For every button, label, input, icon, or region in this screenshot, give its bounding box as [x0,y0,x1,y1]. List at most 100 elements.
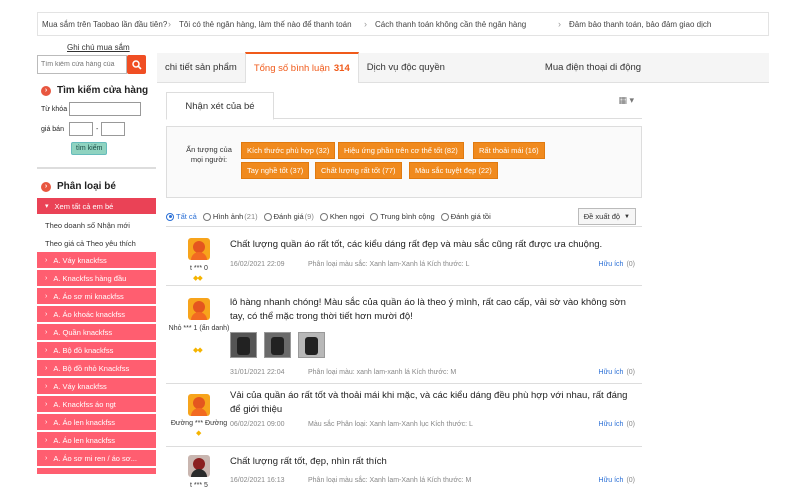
filter-average[interactable]: Trung bình cộng [370,212,435,221]
review-text: Vải của quần áo rất tốt và thoải mái khi… [230,390,628,415]
category-item[interactable]: › A. Áo sơ mi ren / áo sơ... [37,450,156,466]
help-link-bank-card[interactable]: › Tôi có thẻ ngân hàng, làm thế nào để th… [164,13,360,35]
category-label: A. Áo sơ mi knackfss [53,291,124,301]
review-image-thumbnail[interactable] [230,332,257,358]
impression-tag[interactable]: Hiệu ứng phần trên cơ thể tốt (82) [338,142,464,159]
category-view-all[interactable]: ▾ Xem tất cả em bé [37,198,156,214]
chevron-right-icon: › [45,274,48,282]
keyword-label: Từ khóa [41,105,68,113]
radio-icon [263,212,272,221]
review-date: 06/02/2021 09:00 [230,421,285,428]
keyword-input[interactable] [69,102,141,116]
impression-tag[interactable]: Rất thoải mái (16) [473,142,545,159]
sort-by-sales-link[interactable]: Theo doanh số Nhận mới [37,216,156,234]
impression-tag[interactable]: Kích thước phù hợp (32) [241,142,336,159]
review-text: Chất lượng rất tốt, đẹp, nhìn rất thích [230,456,387,467]
category-label: A. Bộ đồ nhỏ Knackfss [53,363,130,373]
filter-images[interactable]: Hình ảnh (21) [202,212,258,221]
helpful-link[interactable]: Hữu ích (0) [599,421,635,428]
chevron-right-icon: › [45,256,48,264]
shop-search-input[interactable] [37,55,127,74]
review-image-thumbnail[interactable] [264,332,291,358]
help-bar: Mua sắm trên Taobao lần đầu tiên? › Tôi c… [37,12,769,36]
category-list: ▾ Xem tất cả em bé Theo doanh số Nhận mới… [37,198,156,474]
category-label: A. Áo sơ mi ren / áo sơ... [53,453,137,463]
search-icon[interactable] [127,55,146,74]
review-date: 16/02/2021 16:13 [230,477,285,484]
category-item[interactable]: › A. Knackfss hàng đầu [37,270,156,286]
review-item: Nhỏ *** 1 (ẩn danh) ◆◆ lô hàng nhanh chó… [166,286,642,384]
impression-tag[interactable]: Chất lượng rất tốt (77) [315,162,402,179]
category-item[interactable]: › A. Áo len knackfss [37,414,156,430]
category-item[interactable]: › A. Knackfss áo ngt [37,396,156,412]
impression-tag[interactable]: Màu sắc tuyệt đẹp (22) [409,162,498,179]
review-text: lô hàng nhanh chóng! Màu sắc của quần áo… [230,297,626,322]
shop-search-button[interactable]: tìm kiếm [71,142,108,155]
filter-all[interactable]: Tất cả [166,212,197,221]
filter-label: Trung bình cộng [380,212,435,221]
shop-search-title: › Tìm kiếm cửa hàng [37,85,156,96]
category-label: A. Bộ đồ knackfss [53,345,114,355]
grid-icon[interactable]: ▦ ▾ [618,95,634,106]
avatar [188,298,210,320]
tab-reviews[interactable]: Tổng số bình luận 314 [244,52,359,83]
filter-rating[interactable]: Đánh giá (9) [263,212,314,221]
help-link-guarantee[interactable]: › Đảm bảo thanh toán, bảo đảm giao dịch [554,13,711,35]
review-list: t *** 0 ◆◆ Chất lượng quần áo rất tốt, c… [166,228,642,491]
chevron-right-icon: › [558,19,561,29]
impression-tag[interactable]: Tay nghề tốt (37) [241,162,310,179]
helpful-link[interactable]: Hữu ích (0) [599,369,635,376]
helpful-label: Hữu ích [598,477,624,484]
review-username: t *** 0 [190,265,208,272]
category-item[interactable]: › A. Áo len knackfss [37,432,156,448]
sort-by-price-link[interactable]: Theo giá cả Theo yêu thích [37,234,156,252]
category-item[interactable]: › A. Váy knackfss [37,252,156,268]
chevron-down-icon: ▾ [45,203,49,210]
category-item[interactable] [37,468,156,474]
keyword-row: Từ khóa [37,102,156,116]
chevron-right-icon: › [45,328,48,336]
help-link-no-card[interactable]: › Cách thanh toán không cần thẻ ngân hàng [360,13,554,35]
tab-baby-reviews[interactable]: Nhận xét của bé [166,92,274,120]
review-meta: 16/02/2021 16:13 Phân loại màu sắc: Xanh… [230,477,635,487]
avatar [188,394,210,416]
category-label: Xem tất cả em bé [54,201,114,211]
review-text: Chất lượng quần áo rất tốt, các kiểu dán… [230,239,603,250]
category-item[interactable]: › A. Áo sơ mi knackfss [37,288,156,304]
category-item[interactable]: › A. Quần knackfss [37,324,156,340]
review-image-thumbnail[interactable] [298,332,325,358]
tab-exclusive-service[interactable]: Dịch vụ độc quyền [359,53,453,82]
review-variant: Phân loại màu sắc: Xanh lam-Xanh lá Kích… [308,477,472,484]
helpful-count: (0) [626,261,635,268]
category-item[interactable]: › A. Bộ đồ knackfss [37,342,156,358]
filter-label: Tất cả [176,212,197,221]
tab-buy-on-phone[interactable]: Mua điện thoại di động [537,53,649,82]
price-max-input[interactable] [101,122,126,136]
category-item[interactable]: › A. Áo khoác knackfss [37,306,156,322]
helpful-link[interactable]: Hữu ích (0) [599,261,635,268]
category-label: A. Áo khoác knackfss [53,309,126,319]
category-item[interactable]: › A. Bộ đồ nhỏ Knackfss [37,360,156,376]
shop-search-title-text: Tìm kiếm cửa hàng [57,85,149,96]
impression-label: Ấn tượng của mọi người: [186,145,232,164]
avatar [188,238,210,260]
price-min-input[interactable] [69,122,93,136]
filter-praise[interactable]: Khen ngợi [319,212,364,221]
shop-search [37,55,156,75]
medal-icon: ◆◆ [193,275,203,282]
category-label: A. Áo len knackfss [53,435,116,445]
shopping-notes-link[interactable]: Ghi chú mua sắm [67,43,130,52]
chevron-right-icon: › [45,364,48,372]
helpful-link[interactable]: Hữu ích (0) [599,477,635,484]
help-link-first-time[interactable]: Mua sắm trên Taobao lần đầu tiên? [38,13,167,35]
tab-product-detail[interactable]: chi tiết sản phẩm [157,53,245,82]
chevron-right-icon: › [364,19,367,29]
category-item[interactable]: › A. Váy knackfss [37,378,156,394]
sort-recommend-dropdown[interactable]: Đề xuất độ ▼ [577,208,636,225]
review-item: t *** 0 ◆◆ Chất lượng quần áo rất tốt, c… [166,228,642,286]
filter-bad[interactable]: Đánh giá tồi [440,212,491,221]
review-filter-bar: Tất cả Hình ảnh (21) Đánh giá (9) Khen ngợ… [166,207,642,227]
category-label: A. Váy knackfss [53,381,107,391]
medal-icon: ◆ [196,430,201,437]
filter-label: Đánh giá tồi [450,212,491,221]
